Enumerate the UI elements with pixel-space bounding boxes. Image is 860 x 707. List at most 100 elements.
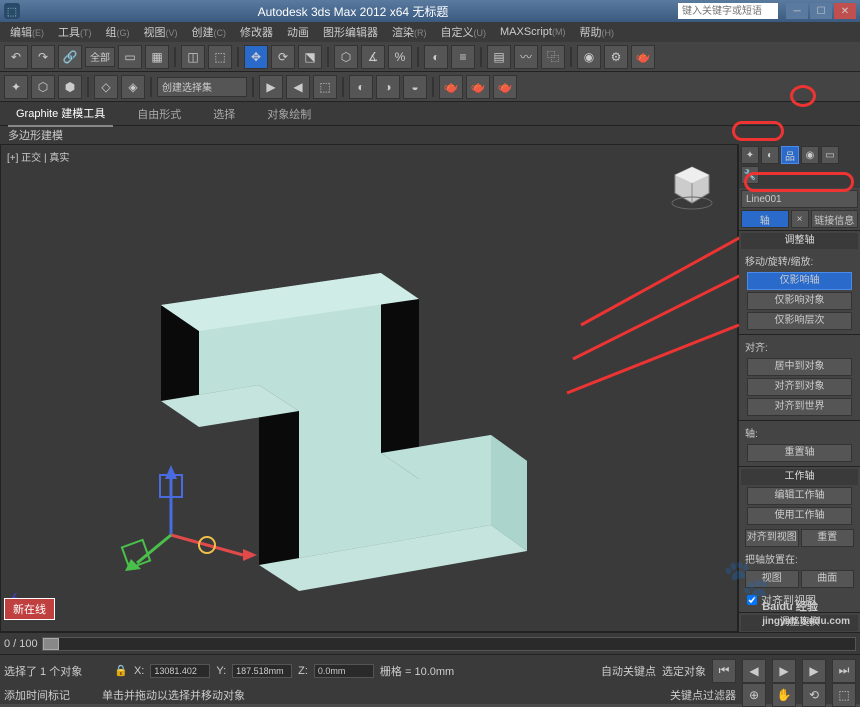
menu-view[interactable]: 视图(V) — [138, 22, 184, 42]
nav-icon-3[interactable]: ⟲ — [802, 683, 826, 707]
play-prev-icon[interactable]: ◀ — [742, 659, 766, 683]
place-surface-button[interactable]: 曲面 — [801, 570, 855, 588]
menu-graph-editors[interactable]: 图形编辑器 — [317, 22, 384, 42]
affect-object-only-button[interactable]: 仅影响对象 — [747, 292, 852, 310]
menu-animation[interactable]: 动画 — [281, 22, 315, 42]
coord-z-input[interactable] — [314, 664, 374, 678]
nav-icon-4[interactable]: ⬚ — [832, 683, 856, 707]
tb2-icon-2[interactable]: ⬡ — [31, 75, 55, 99]
display-tab-icon[interactable]: ▭ — [821, 146, 839, 164]
motion-tab-icon[interactable]: ◉ — [801, 146, 819, 164]
time-slider[interactable] — [42, 637, 856, 651]
select-icon[interactable]: ▭ — [118, 45, 142, 69]
select-region-icon[interactable]: ◫ — [181, 45, 205, 69]
help-search-input[interactable] — [678, 3, 778, 19]
affect-hierarchy-button[interactable]: 仅影响层次 — [747, 312, 852, 330]
link-info-tab[interactable]: 链接信息 — [811, 210, 859, 228]
viewcube[interactable] — [667, 161, 717, 211]
coord-y-input[interactable] — [232, 664, 292, 678]
tb2-icon-8[interactable]: ⬚ — [313, 75, 337, 99]
auto-key-button[interactable]: 自动关键点 — [601, 663, 656, 679]
edit-working-pivot-button[interactable]: 编辑工作轴 — [747, 487, 852, 505]
render-setup-icon[interactable]: ⚙ — [604, 45, 628, 69]
tb2-icon-9[interactable]: ◐ — [349, 75, 373, 99]
percent-snap-icon[interactable]: % — [388, 45, 412, 69]
lock-icon[interactable]: 🔒 — [114, 664, 128, 677]
selected-filter[interactable]: 选定对象 — [662, 663, 706, 679]
use-working-pivot-button[interactable]: 使用工作轴 — [747, 507, 852, 525]
align-to-object-button[interactable]: 对齐到对象 — [747, 378, 852, 396]
mirror-icon[interactable]: ◐ — [424, 45, 448, 69]
undo-icon[interactable]: ↶ — [4, 45, 28, 69]
pivot-tab[interactable]: 轴 — [741, 210, 789, 228]
object-name-field[interactable]: Line001 — [741, 190, 858, 208]
time-slider-handle[interactable] — [43, 638, 59, 650]
tb2-icon-6[interactable]: ▶ — [259, 75, 283, 99]
play-next-icon[interactable]: ▶ — [802, 659, 826, 683]
select-name-icon[interactable]: ▦ — [145, 45, 169, 69]
menu-help[interactable]: 帮助(H) — [573, 22, 620, 42]
snap-toggle-icon[interactable]: ⬡ — [334, 45, 358, 69]
tb2-icon-10[interactable]: ◑ — [376, 75, 400, 99]
play-end-icon[interactable]: ⏭ — [832, 659, 856, 683]
add-timemark-label[interactable]: 添加时间标记 — [4, 687, 70, 703]
schematic-view-icon[interactable]: ⿻ — [541, 45, 565, 69]
nav-icon-1[interactable]: ⊕ — [742, 683, 766, 707]
tb2-icon-13[interactable]: 🫖 — [466, 75, 490, 99]
place-view-button[interactable]: 视图 — [745, 570, 799, 588]
hierarchy-tab-icon[interactable]: 品 — [781, 146, 799, 164]
move-icon[interactable]: ✥ — [244, 45, 268, 69]
create-tab-icon[interactable]: ✦ — [741, 146, 759, 164]
viewport[interactable]: [+] 正交 | 真实 — [0, 144, 738, 632]
align-to-view-button[interactable]: 对齐到视图 — [745, 529, 799, 547]
ribbon-tab-paint[interactable]: 对象绘制 — [259, 102, 319, 126]
scale-icon[interactable]: ⬔ — [298, 45, 322, 69]
align-to-view-checkbox[interactable]: 对齐到视图 — [741, 590, 858, 610]
tb2-icon-5[interactable]: ◈ — [121, 75, 145, 99]
ribbon-tab-freeform[interactable]: 自由形式 — [129, 102, 189, 126]
align-to-world-button[interactable]: 对齐到世界 — [747, 398, 852, 416]
affect-pivot-only-button[interactable]: 仅影响轴 — [747, 272, 852, 290]
rotate-icon[interactable]: ⟳ — [271, 45, 295, 69]
utilities-tab-icon[interactable]: 🔧 — [741, 166, 759, 184]
modify-tab-icon[interactable]: ◐ — [761, 146, 779, 164]
angle-snap-icon[interactable]: ∡ — [361, 45, 385, 69]
tb2-icon-14[interactable]: 🫖 — [493, 75, 517, 99]
coord-x-input[interactable] — [150, 664, 210, 678]
tb2-icon-11[interactable]: ◒ — [403, 75, 427, 99]
center-to-object-button[interactable]: 居中到对象 — [747, 358, 852, 376]
tb2-icon-7[interactable]: ◀ — [286, 75, 310, 99]
menu-tools[interactable]: 工具(T) — [52, 22, 98, 42]
menu-maxscript[interactable]: MAXScript(M) — [494, 24, 571, 40]
play-icon[interactable]: ▶ — [772, 659, 796, 683]
play-start-icon[interactable]: ⏮ — [712, 659, 736, 683]
tb2-icon-1[interactable]: ✦ — [4, 75, 28, 99]
nav-icon-2[interactable]: ✋ — [772, 683, 796, 707]
reset-working-pivot-button[interactable]: 重置 — [801, 529, 855, 547]
menu-edit[interactable]: 编辑(E) — [4, 22, 50, 42]
close-button[interactable]: ✕ — [834, 3, 856, 19]
menu-modifiers[interactable]: 修改器 — [234, 22, 279, 42]
selection-filter-dropdown[interactable]: 全部 — [85, 47, 115, 67]
named-selection-dropdown[interactable]: 创建选择集 — [157, 77, 247, 97]
ribbon-tab-select[interactable]: 选择 — [205, 102, 243, 126]
reset-pivot-button[interactable]: 重置轴 — [747, 444, 852, 462]
ribbon-tab-graphite[interactable]: Graphite 建模工具 — [8, 101, 113, 127]
material-editor-icon[interactable]: ◉ — [577, 45, 601, 69]
menu-customize[interactable]: 自定义(U) — [435, 22, 493, 42]
link-icon[interactable]: 🔗 — [58, 45, 82, 69]
tb2-icon-12[interactable]: 🫖 — [439, 75, 463, 99]
align-icon[interactable]: ≡ — [451, 45, 475, 69]
tb2-icon-4[interactable]: ◇ — [94, 75, 118, 99]
render-icon[interactable]: 🫖 — [631, 45, 655, 69]
curve-editor-icon[interactable]: 〰 — [514, 45, 538, 69]
set-key-filter[interactable]: 关键点过滤器 — [670, 687, 736, 703]
maximize-button[interactable]: ☐ — [810, 3, 832, 19]
window-crossing-icon[interactable]: ⬚ — [208, 45, 232, 69]
timeline[interactable]: 0 / 100 — [0, 632, 860, 654]
tb2-icon-3[interactable]: ⬢ — [58, 75, 82, 99]
redo-icon[interactable]: ↷ — [31, 45, 55, 69]
menu-group[interactable]: 组(G) — [100, 22, 136, 42]
minimize-button[interactable]: ─ — [786, 3, 808, 19]
layer-manager-icon[interactable]: ▤ — [487, 45, 511, 69]
